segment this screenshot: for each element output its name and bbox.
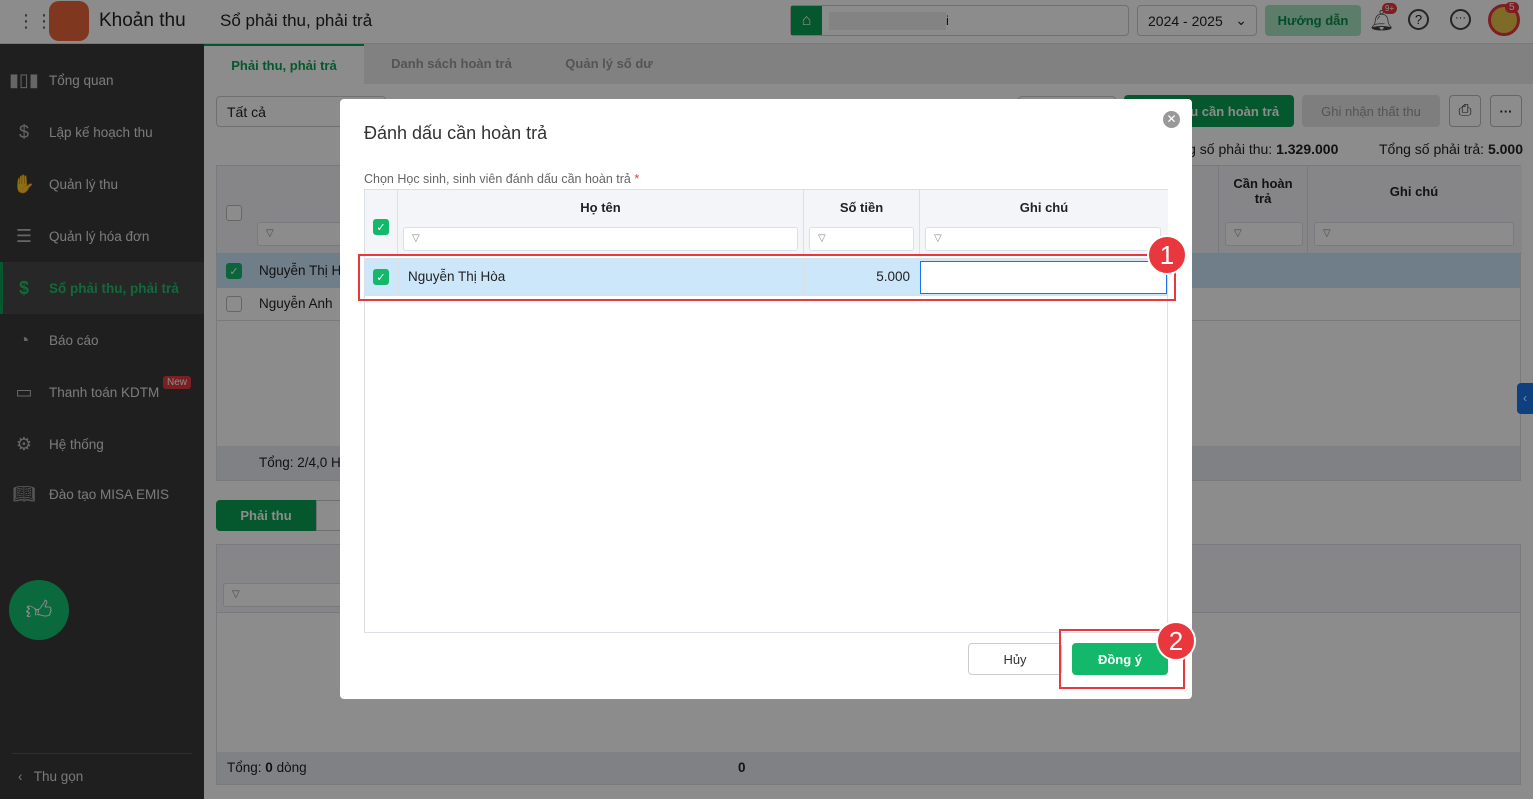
annotation-box-row: [358, 254, 1176, 301]
field-label: Chọn Học sinh, sinh viên đánh dấu cần ho…: [364, 172, 640, 186]
note-filter-input[interactable]: ▽: [925, 227, 1161, 251]
col-amount: Số tiền ▽: [804, 190, 920, 256]
required-mark: *: [634, 172, 640, 186]
col-name: Họ tên ▽: [398, 190, 804, 256]
annotation-marker-2: 2: [1156, 621, 1196, 661]
select-all-checkbox[interactable]: ✓: [373, 219, 389, 235]
annotation-marker-1: 1: [1147, 235, 1187, 275]
column-header: Ghi chú: [1019, 200, 1069, 215]
column-header: Họ tên: [580, 200, 621, 215]
cancel-button[interactable]: Hủy: [968, 643, 1062, 675]
dialog-title: Đánh dấu cần hoàn trả: [364, 123, 548, 143]
mark-refund-dialog: Đánh dấu cần hoàn trả ✕ Chọn Học sinh, s…: [340, 99, 1192, 699]
col-checkbox: ✓: [365, 190, 398, 256]
column-header: Số tiền: [839, 200, 884, 215]
close-icon[interactable]: ✕: [1163, 111, 1180, 128]
name-filter-input[interactable]: ▽: [403, 227, 798, 251]
amount-filter-input[interactable]: ▽: [809, 227, 914, 251]
col-note: Ghi chú ▽: [920, 190, 1168, 256]
